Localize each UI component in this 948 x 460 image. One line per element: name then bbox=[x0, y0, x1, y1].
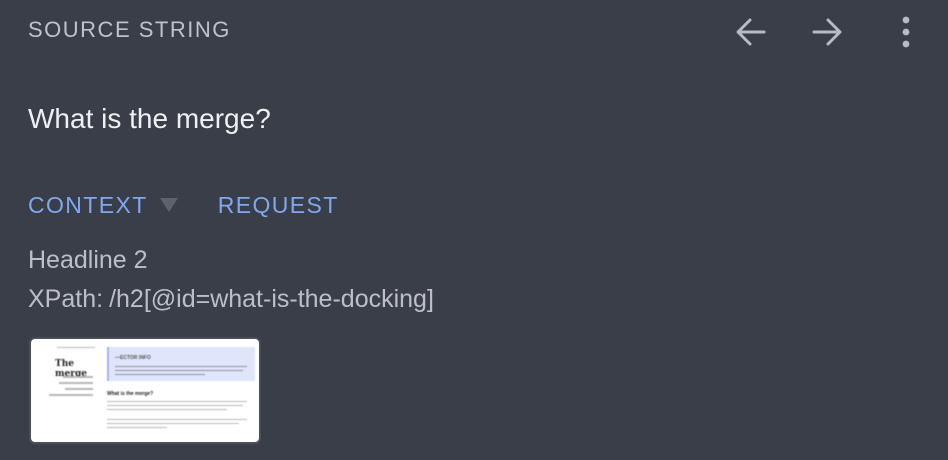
context-element-type: Headline 2 bbox=[28, 246, 148, 274]
thumbnail-callout: —ECTOR INFO bbox=[107, 347, 255, 381]
thumbnail-section-heading: What is the merge? bbox=[107, 391, 154, 397]
source-string-text: What is the merge? bbox=[28, 103, 271, 134]
source-string-panel: SOURCE STRING What is the merge? CONTEXT… bbox=[0, 0, 948, 460]
thumbnail-body-line bbox=[107, 427, 167, 428]
arrow-right-icon bbox=[812, 18, 842, 46]
thumbnail-callout-line bbox=[115, 374, 205, 375]
thumbnail-sidebar-line bbox=[63, 376, 93, 378]
thumbnail-body-line bbox=[107, 419, 247, 420]
context-xpath: XPath:/h2[@id=what-is-the-docking] bbox=[28, 283, 434, 315]
thumbnail-content: The merge —ECTOR INFO What is the merge? bbox=[35, 343, 255, 438]
more-vertical-icon bbox=[902, 16, 910, 48]
caret-down-icon bbox=[159, 198, 178, 212]
thumbnail-sidebar-line bbox=[65, 388, 93, 390]
tab-context-label: CONTEXT bbox=[28, 192, 148, 218]
arrow-left-icon bbox=[736, 18, 766, 46]
thumbnail-sidebar-line bbox=[49, 394, 93, 396]
previous-button[interactable] bbox=[729, 10, 773, 54]
thumbnail-sidebar: The merge bbox=[35, 343, 105, 438]
xpath-value: /h2[@id=what-is-the-docking] bbox=[109, 285, 434, 313]
xpath-label: XPath: bbox=[28, 285, 104, 313]
thumbnail-sidebar-line bbox=[59, 382, 93, 384]
thumbnail-body-line bbox=[107, 405, 243, 406]
thumbnail-callout-heading: —ECTOR INFO bbox=[115, 355, 151, 361]
tab-request[interactable]: REQUEST bbox=[218, 190, 339, 220]
thumbnail-callout-line bbox=[115, 370, 243, 371]
thumbnail-body-line bbox=[107, 423, 239, 424]
next-button[interactable] bbox=[805, 10, 849, 54]
thumbnail-body-line bbox=[107, 401, 247, 402]
section-title: SOURCE STRING bbox=[28, 17, 231, 42]
thumbnail-nav-line bbox=[57, 347, 95, 348]
context-screenshot-thumbnail[interactable]: The merge —ECTOR INFO What is the merge? bbox=[29, 337, 261, 444]
context-tabs: CONTEXT REQUEST bbox=[28, 190, 339, 220]
tab-context[interactable]: CONTEXT bbox=[28, 190, 178, 220]
thumbnail-body-line bbox=[107, 409, 227, 410]
thumbnail-callout-line bbox=[115, 366, 247, 367]
more-options-button[interactable] bbox=[884, 10, 928, 54]
